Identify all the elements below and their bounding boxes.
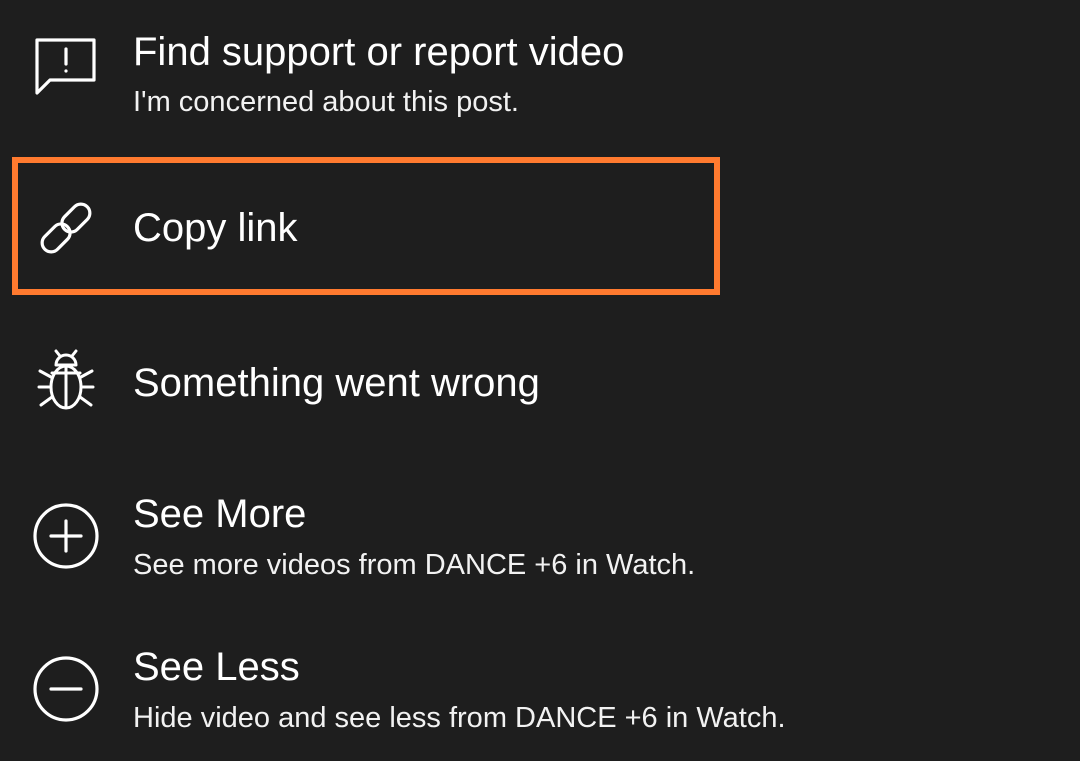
minus-circle-icon (30, 653, 102, 725)
menu-item-see-less[interactable]: See Less Hide video and see less from DA… (0, 633, 1080, 753)
menu-item-subtitle: See more videos from DANCE +6 in Watch. (133, 549, 696, 581)
menu-item-title: Copy link (133, 206, 298, 250)
menu-item-title: Something went wrong (133, 361, 540, 405)
menu-item-subtitle: I'm concerned about this post. (133, 86, 519, 118)
menu-item-title: See Less (133, 645, 300, 689)
bug-icon (30, 347, 102, 419)
link-icon (30, 192, 102, 264)
menu-item-something-went-wrong[interactable]: Something went wrong (0, 325, 1080, 435)
menu-item-find-support[interactable]: Find support or report video I'm concern… (0, 20, 1080, 130)
post-options-menu: Find support or report video I'm concern… (0, 0, 1080, 761)
menu-item-subtitle: Hide video and see less from DANCE +6 in… (133, 702, 786, 734)
plus-circle-icon (30, 500, 102, 572)
menu-item-see-more[interactable]: See More See more videos from DANCE +6 i… (0, 480, 1080, 600)
menu-item-title: Find support or report video (133, 30, 625, 74)
report-flag-icon (30, 30, 102, 102)
menu-item-title: See More (133, 492, 307, 536)
menu-item-copy-link[interactable]: Copy link (0, 170, 1080, 280)
